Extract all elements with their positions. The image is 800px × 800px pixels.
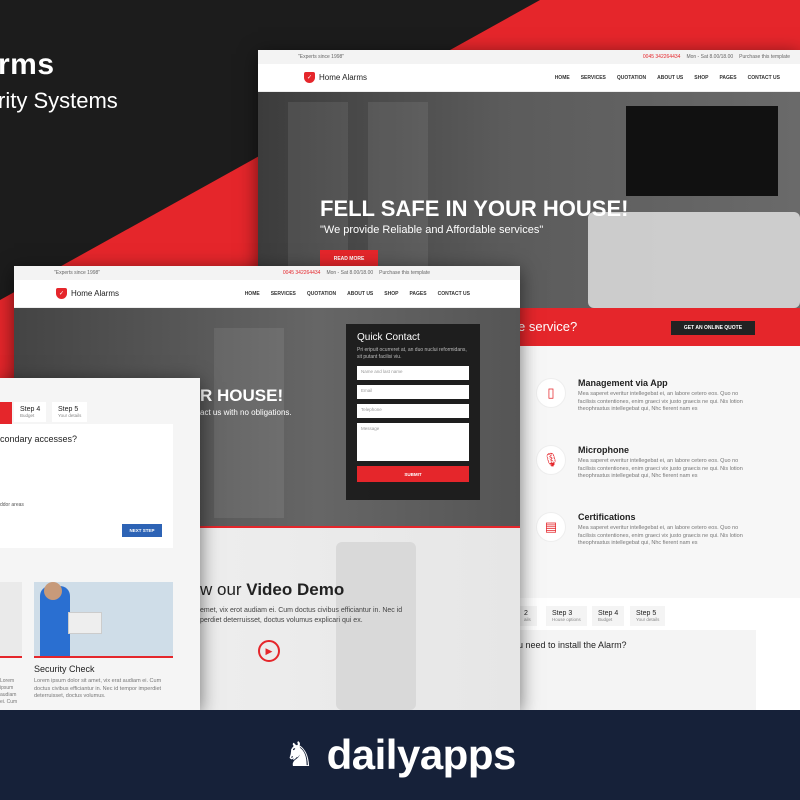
video-title: w our Video Demo: [200, 580, 345, 599]
footer-brand: dailyapps: [326, 731, 517, 778]
nav-item-quotation[interactable]: QUOTATION: [307, 291, 336, 297]
submit-button[interactable]: SUBMIT: [357, 466, 469, 482]
shield-icon: ✓: [304, 72, 315, 83]
feature-microphone: 🎙 Microphone Mea saperet everitur intelle…: [536, 445, 756, 481]
topbar-tagline: "Experts since 1998": [298, 54, 345, 60]
video-text: emet, vix erot audiam ei. Cum doctus civ…: [200, 607, 403, 624]
main-nav: ✓ Home Alarms HOME SERVICES QUOTATION AB…: [258, 64, 800, 92]
bg-brand-title: rms: [0, 48, 55, 81]
wizard-step-2[interactable]: 2 ails: [518, 606, 537, 626]
topbar: "Experts since 1998" 0045 342264434 Mon …: [14, 266, 520, 280]
get-quote-button[interactable]: GET AN ONLINE QUOTE: [671, 321, 755, 335]
logo[interactable]: ✓ Home Alarms: [56, 288, 119, 299]
window-quotation: Step 4 Budget Step 5 Your details condary …: [0, 378, 200, 710]
nav-item-about[interactable]: ABOUT US: [657, 75, 683, 81]
topbar-purchase-link[interactable]: Purchase this template: [379, 270, 430, 276]
telephone-field[interactable]: Telephone: [357, 404, 469, 418]
card-image-security: [34, 582, 173, 658]
card-image-left: [0, 582, 22, 658]
contact-headline: R HOUSE!: [200, 386, 284, 405]
quotation-option[interactable]: ddor areas: [0, 502, 24, 508]
tv-shape: [626, 106, 778, 196]
topbar-phone[interactable]: 0045 342264434: [283, 270, 321, 276]
wizard-step-5[interactable]: Step 5 Your details: [630, 606, 666, 626]
services-bar-text: e service?: [518, 319, 578, 334]
quick-contact-title: Quick Contact: [357, 332, 420, 343]
topbar-hours: Mon - Sat 8.00/18.00: [326, 270, 374, 276]
topbar-tagline: "Experts since 1998": [54, 270, 101, 276]
nav-item-contact[interactable]: CONTACT US: [748, 75, 780, 81]
bg-brand-tagline: rity Systems: [0, 88, 118, 113]
logo[interactable]: ✓ Home Alarms: [304, 72, 367, 83]
topbar-hours: Mon - Sat 8.00/18.00: [686, 54, 734, 60]
name-field[interactable]: Name and last name: [357, 366, 469, 380]
shield-icon: ✓: [56, 288, 67, 299]
wizard-step-4[interactable]: Step 4 Budget: [14, 402, 47, 422]
wizard-step-3[interactable]: Step 3 House options: [546, 606, 587, 626]
play-icon[interactable]: ▶: [258, 640, 280, 662]
message-field[interactable]: Message: [357, 423, 469, 461]
nav-item-shop[interactable]: SHOP: [384, 291, 398, 297]
nav-item-quotation[interactable]: QUOTATION: [617, 75, 646, 81]
logo-text: Home Alarms: [319, 73, 368, 82]
services-bar: e service? GET AN ONLINE QUOTE: [500, 308, 800, 346]
feature-text: Mea saperet everitur intellegebat ei, an…: [578, 391, 743, 412]
microphone-icon: 🎙: [536, 445, 566, 475]
feature-title: Management via App: [578, 378, 668, 388]
feature-title: Microphone: [578, 445, 629, 455]
feature-text: Mea saperet everitur intellegebat ei, an…: [578, 525, 743, 546]
hero-subheadline: "We provide Reliable and Affordable serv…: [320, 224, 544, 236]
nav-item-services[interactable]: SERVICES: [271, 291, 296, 297]
footer-banner: ♞ dailyapps: [0, 710, 800, 800]
nav-menu: HOME SERVICES QUOTATION ABOUT US SHOP PA…: [245, 291, 470, 297]
feature-certifications: ▤ Certifications Mea saperet everitur int…: [536, 512, 756, 548]
nav-menu: HOME SERVICES QUOTATION ABOUT US SHOP PA…: [555, 75, 780, 81]
wizard-question: u need to install the Alarm?: [518, 640, 627, 650]
card-text-left: Lorem ipsum audiam ei. Cum doctus civibu…: [0, 678, 18, 705]
promo-stage: rms rity Systems "Experts since 1998" 00…: [0, 0, 800, 710]
feature-title: Certifications: [578, 512, 636, 522]
nav-item-pages[interactable]: PAGES: [719, 75, 736, 81]
card-text: Lorem ipsum dolor sit amet, vix erat aud…: [34, 678, 162, 699]
topbar-purchase-link[interactable]: Purchase this template: [739, 54, 790, 60]
nav-item-home[interactable]: HOME: [555, 75, 570, 81]
quick-contact-desc: Pri eripuit ocurreret at, an duo nuclui …: [357, 347, 467, 360]
wizard-step-5[interactable]: Step 5 Your details: [52, 402, 88, 422]
nav-item-pages[interactable]: PAGES: [409, 291, 426, 297]
feature-text: Mea saperet everitur intellegebat ei, an…: [578, 458, 743, 479]
logo-text: Home Alarms: [71, 289, 120, 298]
mobile-icon: ▯: [536, 378, 566, 408]
clipboard-icon: ▤: [536, 512, 566, 542]
email-field[interactable]: Email: [357, 385, 469, 399]
nav-item-shop[interactable]: SHOP: [694, 75, 708, 81]
hero-headline: FELL SAFE IN YOUR HOUSE!: [320, 196, 629, 221]
main-nav: ✓ Home Alarms HOME SERVICES QUOTATION AB…: [14, 280, 520, 308]
card-title: Security Check: [34, 664, 95, 674]
quick-contact-form: Quick Contact Pri eripuit ocurreret at, …: [346, 324, 480, 500]
nav-item-about[interactable]: ABOUT US: [347, 291, 373, 297]
nav-item-home[interactable]: HOME: [245, 291, 260, 297]
nav-item-contact[interactable]: CONTACT US: [438, 291, 470, 297]
contact-subheadline: act us with no obligations.: [200, 408, 292, 417]
next-step-button[interactable]: NEXT STEP: [122, 524, 162, 537]
dragon-logo-icon: ♞: [284, 736, 315, 774]
topbar: "Experts since 1998" 0045 342264434 Mon …: [258, 50, 800, 64]
topbar-phone[interactable]: 0045 342264434: [643, 54, 681, 60]
quotation-question: condary accesses?: [0, 434, 78, 444]
nav-item-services[interactable]: SERVICES: [581, 75, 606, 81]
wizard-step-4[interactable]: Step 4 Budget: [592, 606, 625, 626]
window-services: e service? GET AN ONLINE QUOTE ▯ Managem…: [500, 308, 800, 710]
feature-app: ▯ Management via App Mea saperet everitur…: [536, 378, 756, 414]
